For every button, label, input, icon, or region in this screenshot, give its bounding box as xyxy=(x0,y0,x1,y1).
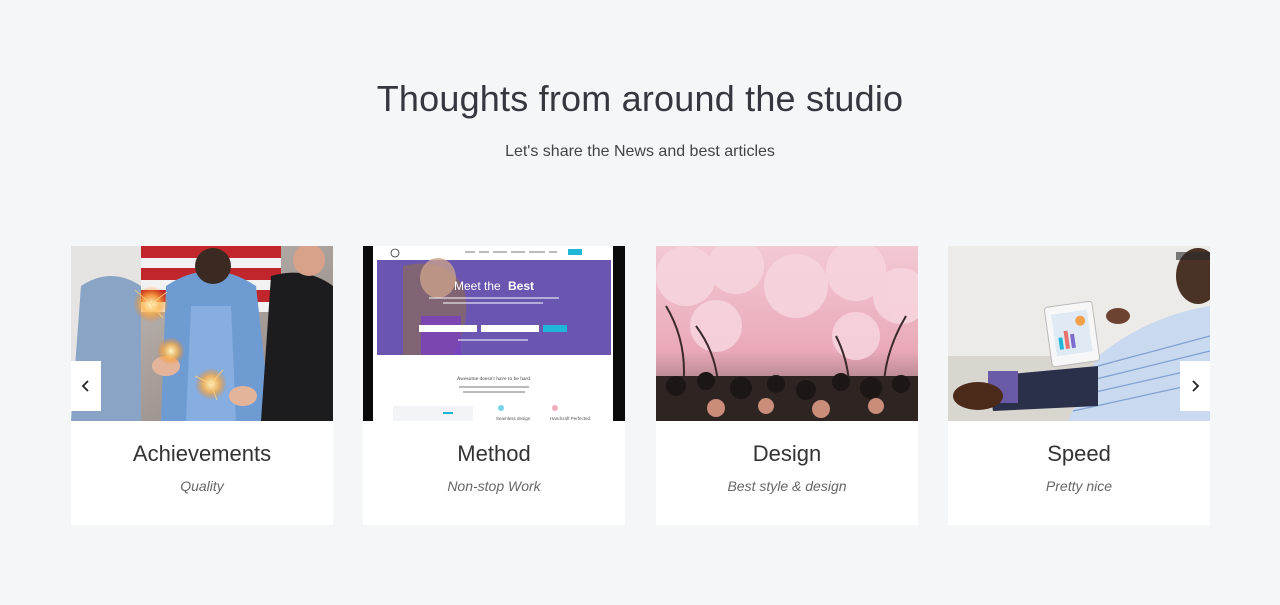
blog-card-speed[interactable]: Speed Pretty nice xyxy=(948,246,1210,525)
card-title[interactable]: Design xyxy=(656,441,918,467)
blog-section: Thoughts from around the studio Let's sh… xyxy=(0,0,1280,605)
card-title[interactable]: Speed xyxy=(948,441,1210,467)
hero-text: Meet the xyxy=(454,279,501,293)
hero-text-bold: Best xyxy=(508,279,534,293)
card-title[interactable]: Achievements xyxy=(71,441,333,467)
card-image-tablet[interactable] xyxy=(948,246,1210,421)
section-heading-text: Awesome doesn't have to be hard. xyxy=(457,376,532,382)
card-title[interactable]: Method xyxy=(363,441,625,467)
feature-text-1: Seamless design xyxy=(496,416,531,421)
blog-card-achievements[interactable]: Achievements Quality xyxy=(71,246,333,525)
section-title: Thoughts from around the studio xyxy=(376,78,904,119)
website-screenshot-image: Meet the Best Awesome doesn't have to be… xyxy=(363,246,625,421)
carousel-next-button[interactable] xyxy=(1180,361,1210,411)
blog-card-method[interactable]: Meet the Best Awesome doesn't have to be… xyxy=(363,246,625,525)
card-image-sparklers[interactable] xyxy=(71,246,333,421)
card-subtitle: Quality xyxy=(180,478,224,494)
carousel-prev-button[interactable] xyxy=(71,361,101,411)
tablet-man-image xyxy=(948,246,1210,421)
section-subtitle: Let's share the News and best articles xyxy=(505,143,775,160)
card-image-website[interactable]: Meet the Best Awesome doesn't have to be… xyxy=(363,246,625,421)
chevron-right-icon xyxy=(1190,379,1200,393)
card-image-cherry-blossom[interactable] xyxy=(656,246,918,421)
feature-text-2: Handcraft Perfected xyxy=(550,416,591,421)
card-subtitle: Pretty nice xyxy=(1045,478,1113,494)
card-subtitle: Best style & design xyxy=(727,478,847,494)
card-subtitle: Non-stop Work xyxy=(447,478,541,494)
blog-card-design[interactable]: Design Best style & design xyxy=(656,246,918,525)
cherry-blossom-image xyxy=(656,246,918,421)
sparklers-image xyxy=(71,246,333,421)
chevron-left-icon xyxy=(81,379,91,393)
